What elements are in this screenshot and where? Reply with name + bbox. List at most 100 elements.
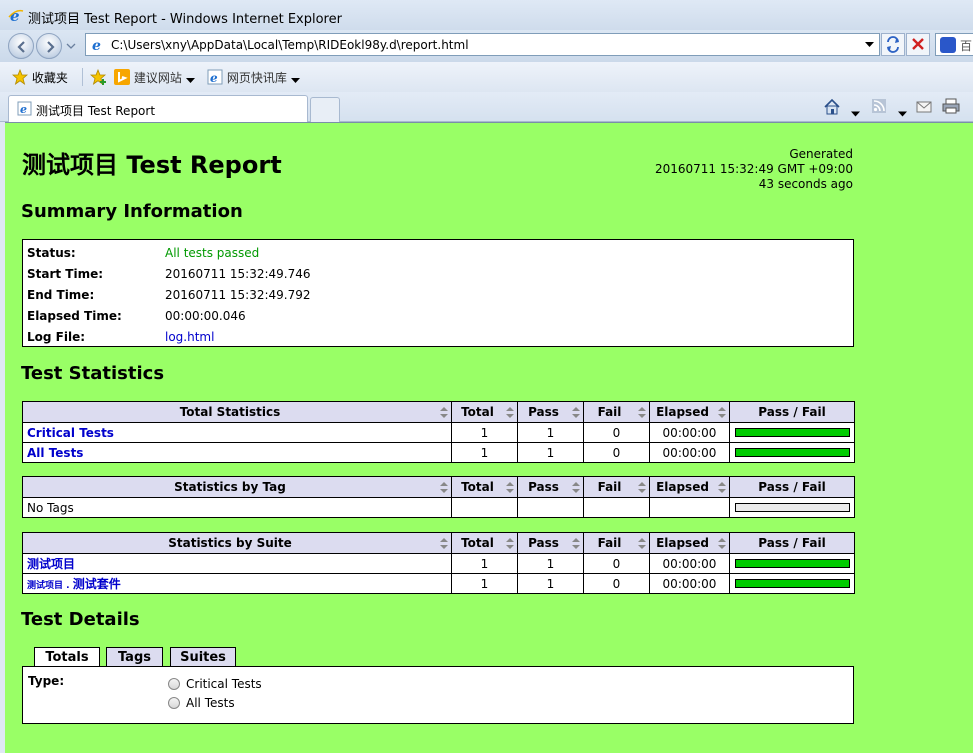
summary-table: Status: All tests passed Start Time: 201… [22, 239, 854, 347]
refresh-button[interactable] [881, 33, 905, 56]
pass-fail-bar [734, 428, 850, 437]
summary-row-elapsed-time: Elapsed Time: 00:00:00.046 [27, 305, 311, 326]
summary-row-log-file: Log File: log.html [27, 326, 311, 347]
critical-tests-link[interactable]: Critical Tests [27, 426, 114, 440]
feeds-button[interactable] [871, 98, 887, 116]
add-favorite-button[interactable] [89, 68, 108, 85]
tab-bar: e 测试项目 Test Report [0, 92, 973, 122]
print-button[interactable] [942, 98, 960, 116]
table-row: 测试项目 . 测试套件 1 1 0 00:00:00 [22, 573, 855, 594]
fail-cell: 0 [583, 553, 650, 574]
suite-link[interactable]: 测试项目 [27, 557, 75, 571]
radio-button[interactable] [168, 697, 180, 709]
tab-tags[interactable]: Tags [106, 647, 163, 667]
sort-icon [506, 482, 514, 493]
web-slices-label: 网页快讯库 [226, 71, 287, 85]
generated-info: Generated 20160711 15:32:49 GMT +09:00 4… [655, 147, 853, 192]
sub-suite-link[interactable]: 测试项目 . 测试套件 [27, 577, 121, 591]
tag-statistics-table: Statistics by Tag Total Pass Fail Elapse… [22, 476, 855, 518]
col-header-name[interactable]: Statistics by Tag [22, 476, 452, 498]
option-all-tests[interactable]: All Tests [168, 696, 235, 710]
end-time-value: 20160711 15:32:49.792 [165, 287, 311, 302]
summary-heading: Summary Information [21, 201, 243, 222]
browser-tab-report[interactable]: e 测试项目 Test Report [8, 95, 308, 122]
read-mail-button[interactable] [916, 98, 932, 116]
mail-icon [916, 101, 932, 113]
sort-icon [506, 407, 514, 418]
col-header-fail[interactable]: Fail [583, 401, 650, 423]
tab-totals[interactable]: Totals [34, 647, 100, 668]
recent-pages-dropdown-icon[interactable] [66, 41, 76, 51]
col-header-pass[interactable]: Pass [517, 401, 584, 423]
sort-icon [718, 482, 726, 493]
elapsed-time-value: 00:00:00.046 [165, 308, 246, 323]
total-statistics-table: Total Statistics Total Pass Fail Elapsed… [22, 401, 855, 463]
sort-icon [440, 538, 448, 549]
col-header-total[interactable]: Total [451, 401, 518, 423]
summary-label: Start Time: [27, 266, 104, 281]
col-header-pass[interactable]: Pass [517, 532, 584, 554]
address-toolbar: e C:\Users\xny\AppData\Local\Temp\RIDEok… [0, 30, 973, 62]
address-bar[interactable]: e C:\Users\xny\AppData\Local\Temp\RIDEok… [85, 33, 880, 56]
forward-button[interactable] [36, 33, 62, 59]
sort-icon [718, 407, 726, 418]
statistics-heading: Test Statistics [21, 363, 165, 384]
new-tab-button[interactable] [310, 97, 340, 122]
web-slices-button[interactable]: e 网页快讯库 [207, 69, 300, 86]
sort-icon [440, 407, 448, 418]
table-header-row: Statistics by Tag Total Pass Fail Elapse… [22, 476, 855, 498]
sort-icon [440, 482, 448, 493]
elapsed-cell: 00:00:00 [649, 442, 730, 463]
baidu-paw-icon [940, 37, 956, 53]
pass-fail-bar [734, 579, 850, 588]
col-header-name[interactable]: Total Statistics [22, 401, 452, 423]
sort-icon [506, 538, 514, 549]
address-url[interactable]: C:\Users\xny\AppData\Local\Temp\RIDEokl9… [111, 38, 469, 52]
option-critical-tests[interactable]: Critical Tests [168, 677, 262, 691]
star-icon [11, 68, 29, 85]
col-header-fail[interactable]: Fail [583, 532, 650, 554]
search-box[interactable]: 百 [935, 33, 973, 56]
col-header-total[interactable]: Total [451, 532, 518, 554]
ie-page-icon: e [92, 38, 101, 52]
svg-text:e: e [210, 71, 218, 85]
no-tags-cell: No Tags [22, 497, 452, 518]
feeds-dropdown-icon[interactable] [898, 105, 907, 123]
log-file-link[interactable]: log.html [165, 330, 214, 344]
radio-button[interactable] [168, 678, 180, 690]
total-cell: 1 [451, 573, 518, 594]
fail-cell: 0 [583, 573, 650, 594]
stop-button[interactable] [906, 33, 930, 56]
home-button[interactable] [823, 98, 841, 116]
col-header-fail[interactable]: Fail [583, 476, 650, 498]
status-value: All tests passed [165, 245, 260, 260]
chevron-down-icon [290, 78, 300, 83]
col-header-name[interactable]: Statistics by Suite [22, 532, 452, 554]
svg-text:e: e [20, 103, 27, 116]
col-header-pass[interactable]: Pass [517, 476, 584, 498]
stop-x-icon [912, 38, 924, 50]
summary-label: End Time: [27, 287, 95, 302]
printer-icon [942, 98, 960, 114]
elapsed-cell: 00:00:00 [649, 553, 730, 574]
suite-statistics-table: Statistics by Suite Total Pass Fail Elap… [22, 532, 855, 594]
generated-ago: 43 seconds ago [758, 177, 853, 191]
favorites-label: 收藏夹 [31, 71, 68, 85]
col-header-total[interactable]: Total [451, 476, 518, 498]
chevron-down-icon [185, 78, 195, 83]
address-dropdown-icon[interactable] [865, 40, 874, 49]
home-dropdown-icon[interactable] [851, 105, 860, 123]
col-header-elapsed[interactable]: Elapsed [649, 401, 730, 423]
all-tests-link[interactable]: All Tests [27, 446, 83, 460]
bing-icon [114, 69, 130, 85]
back-button[interactable] [8, 33, 34, 59]
col-header-elapsed[interactable]: Elapsed [649, 476, 730, 498]
svg-text:e: e [92, 38, 101, 52]
tab-suites[interactable]: Suites [170, 647, 236, 667]
suggested-sites-button[interactable]: 建议网站 [114, 69, 195, 86]
empty-pass-fail-bar [734, 503, 850, 512]
favorites-button[interactable]: 收藏夹 [11, 68, 68, 86]
fail-cell [583, 497, 650, 518]
col-header-elapsed[interactable]: Elapsed [649, 532, 730, 554]
fail-cell: 0 [583, 442, 650, 463]
